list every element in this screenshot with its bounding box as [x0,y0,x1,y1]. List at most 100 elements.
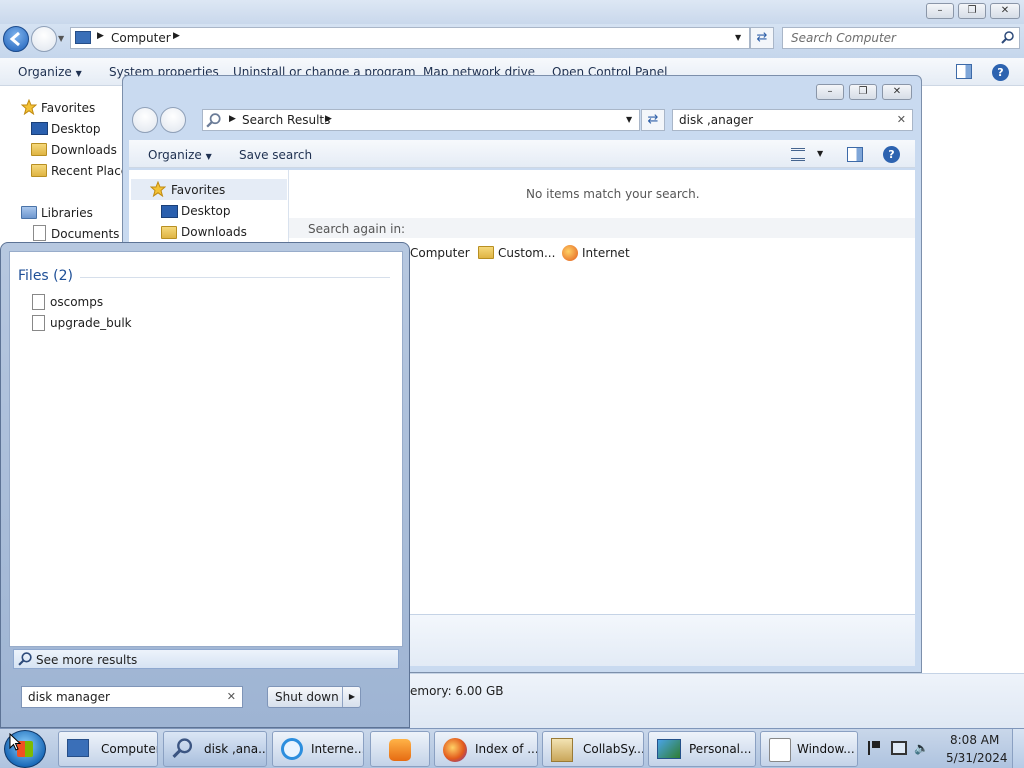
taskbar-collabsync[interactable]: CollabSy... [542,731,644,767]
desktop-icon [31,122,48,135]
memory-detail: emory: 6.00 GB [410,684,504,698]
back-button[interactable] [132,107,158,133]
organize-menu[interactable]: Organize ▼ [148,148,212,162]
action-center-flag-icon[interactable] [868,741,880,755]
forward-button[interactable] [160,107,186,133]
file-icon [32,294,45,310]
taskbar-windows-update[interactable]: Window... [760,731,858,767]
group-divider [80,277,390,278]
help-icon[interactable]: ? [883,146,900,163]
taskbar: Computer disk ,ana... Interne... Index o… [0,728,1024,768]
help-icon[interactable]: ? [992,64,1009,81]
nav-favorites[interactable]: Favorites [171,183,225,197]
windows-update-icon [769,738,791,762]
breadcrumb-separator: ▶ [173,31,180,41]
close-button[interactable]: ✕ [882,84,912,100]
address-bar[interactable]: ▶ Search Results ▶ ▼ [202,109,640,131]
recent-pages-icon[interactable]: ▼ [58,34,64,43]
network-icon[interactable] [891,741,907,755]
personalization-icon [657,739,681,759]
close-button[interactable]: ✕ [990,3,1020,19]
clock-date[interactable]: 5/31/2024 [946,751,1008,765]
search-input[interactable]: disk ,anager ✕ [672,109,913,131]
address-bar[interactable]: ▶ Computer ▶ ▼ [70,27,750,49]
back-button[interactable] [3,26,29,52]
view-dropdown-icon[interactable]: ▼ [817,149,823,158]
start-search-value: disk manager [28,690,110,704]
search-results-panel: Files (2) oscomps upgrade_bulk [9,251,403,647]
nav-documents[interactable]: Documents [51,227,119,241]
maximize-button[interactable]: ❐ [849,84,877,100]
taskbar-computer[interactable]: Computer [58,731,158,767]
minimize-button[interactable]: – [816,84,844,100]
preview-pane-icon[interactable] [847,147,863,162]
address-dropdown-icon[interactable]: ▼ [626,115,632,124]
show-desktop-button[interactable] [1012,729,1024,768]
forward-button[interactable] [31,26,57,52]
search-icon [1001,31,1014,44]
breadcrumb-separator: ▶ [325,114,332,124]
refresh-button[interactable]: ⇄ [641,109,665,131]
mouse-cursor-icon [9,733,21,751]
clear-search-icon[interactable]: ✕ [897,113,906,127]
search-input-value: disk ,anager [679,113,754,127]
nav-libraries[interactable]: Libraries [41,206,93,220]
start-menu: Files (2) oscomps upgrade_bulk See more … [0,242,410,728]
preview-pane-icon[interactable] [956,64,972,79]
nav-downloads[interactable]: Downloads [51,143,117,157]
recent-places-icon [31,164,47,177]
computer-icon [67,739,89,757]
taskbar-personalization[interactable]: Personal... [648,731,756,767]
internet-icon [562,245,578,261]
search-folder-icon [206,113,221,128]
minimize-button[interactable]: – [926,3,954,19]
libraries-icon [21,206,37,219]
search-icon [18,652,32,666]
shutdown-button[interactable]: Shut down ▶ [267,686,361,708]
refresh-button[interactable]: ⇄ [750,27,774,49]
search-again-internet[interactable]: Internet [582,246,630,260]
address-dropdown-icon[interactable]: ▼ [735,33,741,42]
start-search-input[interactable]: disk manager ✕ [21,686,243,708]
nav-desktop[interactable]: Desktop [181,204,231,218]
organize-menu[interactable]: Organize ▼ [18,65,82,79]
breadcrumb-search-results[interactable]: Search Results [242,113,330,127]
favorites-star-icon [150,181,166,197]
search-input[interactable]: Search Computer [782,27,1020,49]
taskbar-firefox[interactable]: Index of ... [434,731,538,767]
search-again-computer[interactable]: Computer [410,246,470,260]
firefox-icon [443,738,467,762]
files-group-header: Files (2) [18,268,74,284]
favorites-star-icon [21,99,37,115]
shutdown-options-icon[interactable]: ▶ [342,687,361,707]
clock-time[interactable]: 8:08 AM [950,733,999,747]
no-items-message: No items match your search. [526,187,700,201]
view-options-icon[interactable] [791,148,805,161]
taskbar-internet-explorer[interactable]: Interne... [272,731,364,767]
nav-desktop[interactable]: Desktop [51,122,101,136]
taskbar-media-player[interactable] [370,731,430,767]
nav-downloads[interactable]: Downloads [181,225,247,239]
save-search-button[interactable]: Save search [239,148,312,162]
see-more-results-label: See more results [36,653,138,667]
see-more-results-button[interactable]: See more results [13,649,399,669]
back-arrow-icon [9,31,20,47]
file-icon [32,315,45,331]
clear-search-icon[interactable]: ✕ [227,690,236,704]
volume-muted-icon[interactable]: 🔈 [914,740,932,756]
downloads-folder-icon [31,143,47,156]
search-again-label: Search again in: [308,222,406,236]
taskbar-search-results[interactable]: disk ,ana... [163,731,267,767]
custom-folder-icon [478,246,494,259]
maximize-button[interactable]: ❐ [958,3,986,19]
breadcrumb-separator: ▶ [97,31,104,41]
breadcrumb-computer[interactable]: Computer [111,31,171,45]
search-placeholder: Search Computer [791,31,896,45]
collabsync-icon [551,738,573,762]
file-result-oscomps[interactable]: oscomps [50,295,103,309]
file-result-upgrade-bulk[interactable]: upgrade_bulk [50,316,132,330]
title-bar [0,0,1024,24]
search-again-custom[interactable]: Custom... [498,246,555,260]
nav-favorites[interactable]: Favorites [41,101,95,115]
internet-explorer-icon [281,738,303,760]
